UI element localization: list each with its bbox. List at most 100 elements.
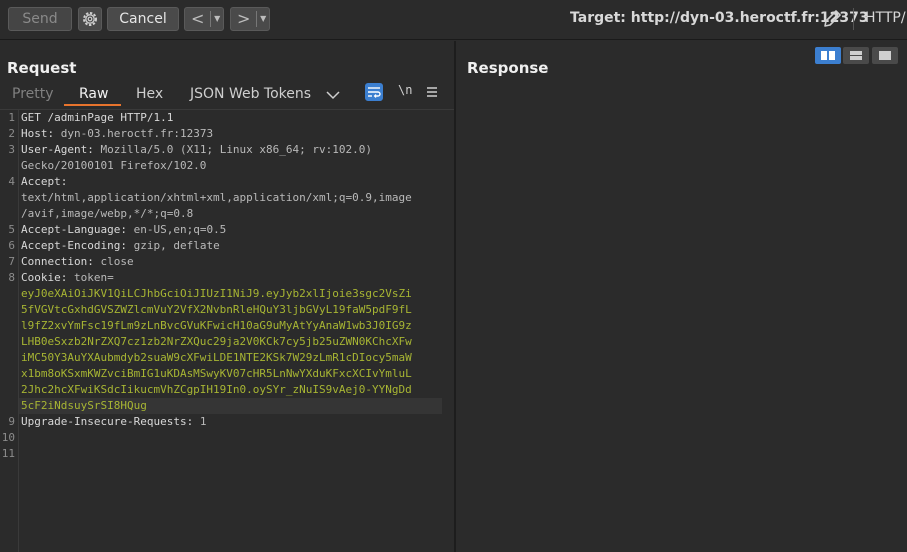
line-content: Upgrade-Insecure-Requests: 1: [21, 414, 206, 430]
header-separator: :: [47, 127, 61, 140]
code-line: 7 Connection: close: [0, 254, 454, 270]
send-button[interactable]: Send: [8, 7, 72, 31]
tab-pretty[interactable]: Pretty: [12, 86, 54, 102]
code-line: LHB0eSxzb2NrZXQ7cz1zb2NrZXQuc29ja2V0KCk7…: [0, 334, 454, 350]
chevron-down-icon: [326, 91, 340, 100]
header-name: Accept-Language: [21, 223, 121, 236]
toolbar: Send Cancel < ▼ > ▼ Target: http://dyn-0…: [0, 0, 907, 40]
code-line: x1bm8oKSxmKWZvciBmIG1uKDAsMSwyKV07cHR5Ln…: [0, 366, 454, 382]
cookie-token-segment: iMC50Y3AuYXAubmdyb2suaW9cXFwiLDE1NTE2KSk…: [21, 351, 412, 364]
wrap-lines-icon: [368, 87, 381, 98]
code-line: iMC50Y3AuYXAubmdyb2suaW9cXFwiLDE1NTE2KSk…: [0, 350, 454, 366]
forward-arrow-icon: >: [236, 9, 251, 28]
line-content: Accept-Encoding: gzip, deflate: [21, 238, 220, 254]
header-name: User-Agent: [21, 143, 88, 156]
header-value: dyn-03.heroctf.fr:12373: [60, 127, 214, 140]
line-number: 4: [8, 175, 15, 188]
header-name: GET /adminPage HTTP/1.1: [21, 111, 174, 124]
header-name: Host: [21, 127, 48, 140]
code-line: 4 Accept:: [0, 174, 454, 190]
header-value: close: [100, 255, 134, 268]
request-title: Request: [7, 59, 77, 77]
line-number: 9: [8, 415, 15, 428]
toolbar-divider: [853, 8, 854, 30]
back-button[interactable]: < ▼: [184, 7, 224, 31]
code-line: 5cF2iNdsuySrSI8HQug: [0, 398, 454, 414]
layout-side-by-side-button[interactable]: [815, 47, 841, 64]
back-dropdown-icon[interactable]: ▼: [211, 8, 223, 30]
line-content: GET /adminPage HTTP/1.1: [21, 110, 173, 126]
line-content: Accept-Language: en-US,en;q=0.5: [21, 222, 226, 238]
layout-stacked-button[interactable]: [843, 47, 869, 64]
header-name: Upgrade-Insecure-Requests: [21, 415, 187, 428]
header-value: Gecko/20100101 Firefox/102.0: [21, 159, 207, 172]
show-newlines-button[interactable]: \n: [398, 83, 412, 97]
line-number: 2: [8, 127, 15, 140]
line-number: 7: [8, 255, 15, 268]
code-line: 2Jhc2hcXFwiKSdcIikucmVhZCgpIH19In0.oySYr…: [0, 382, 454, 398]
line-content: Host: dyn-03.heroctf.fr:12373: [21, 126, 213, 142]
header-separator: :: [120, 239, 134, 252]
code-line: 11: [0, 446, 454, 462]
header-value: Mozilla/5.0 (X11; Linux x86_64; rv:102.0…: [100, 143, 373, 156]
header-name: Accept-Encoding: [21, 239, 121, 252]
line-content: User-Agent: Mozilla/5.0 (X11; Linux x86_…: [21, 142, 372, 158]
more-tabs-button[interactable]: [325, 87, 341, 101]
header-separator: :: [120, 223, 134, 236]
cookie-token-segment: LHB0eSxzb2NrZXQ7cz1zb2NrZXQuc29ja2V0KCk7…: [21, 335, 412, 348]
line-number: 5: [8, 223, 15, 236]
tab-raw[interactable]: Raw: [79, 86, 108, 102]
code-line: l9fZ2xvYmFsc19fLm9zLnBvcGVuKFwicH10aG9uM…: [0, 318, 454, 334]
code-line: 2 Host: dyn-03.heroctf.fr:12373: [0, 126, 454, 142]
http-version-selector[interactable]: HTTP/1: [865, 10, 907, 26]
line-content: Accept:: [21, 174, 67, 190]
gear-icon: [83, 12, 97, 26]
wrap-lines-button[interactable]: [365, 83, 383, 101]
line-number: 6: [8, 239, 15, 252]
edit-target-button[interactable]: [821, 8, 843, 30]
code-line: 10: [0, 430, 454, 446]
header-value: gzip, deflate: [133, 239, 220, 252]
settings-button[interactable]: [78, 7, 102, 31]
header-value: token=: [74, 271, 114, 284]
header-name: Accept: [21, 175, 61, 188]
header-separator: :: [60, 271, 74, 284]
request-tabs: Pretty Raw Hex JSON Web Tokens: [0, 83, 454, 106]
layout-stacked-icon: [850, 51, 862, 60]
cookie-token-segment: 5cF2iNdsuySrSI8HQug: [21, 399, 147, 412]
tab-json-web-tokens[interactable]: JSON Web Tokens: [190, 86, 311, 102]
line-content: text/html,application/xhtml+xml,applicat…: [21, 190, 412, 206]
forward-button[interactable]: > ▼: [230, 7, 270, 31]
tab-hex[interactable]: Hex: [136, 86, 163, 102]
line-number: 8: [8, 271, 15, 284]
menu-icon: [427, 87, 437, 97]
response-panel: Response: [456, 41, 907, 552]
pencil-icon: [824, 10, 841, 27]
response-title: Response: [467, 59, 549, 77]
code-line: 1 GET /adminPage HTTP/1.1: [0, 110, 454, 126]
active-tab-indicator: [64, 104, 121, 106]
layout-tabbed-icon: [879, 51, 891, 60]
cookie-token-segment: 2Jhc2hcXFwiKSdcIikucmVhZCgpIH19In0.oySYr…: [21, 383, 412, 396]
code-line: 6 Accept-Encoding: gzip, deflate: [0, 238, 454, 254]
header-name: Connection: [21, 255, 88, 268]
back-arrow-icon: <: [190, 9, 205, 28]
code-line: 3 User-Agent: Mozilla/5.0 (X11; Linux x86…: [0, 142, 454, 158]
header-value: 1: [199, 415, 207, 428]
request-editor[interactable]: 1 GET /adminPage HTTP/1.1 2 Host: dyn-03.he…: [0, 109, 454, 552]
code-line: 9 Upgrade-Insecure-Requests: 1: [0, 414, 454, 430]
line-content: /avif,image/webp,*/*;q=0.8: [21, 206, 193, 222]
editor-menu-button[interactable]: [425, 84, 439, 98]
cancel-button[interactable]: Cancel: [107, 7, 179, 31]
header-separator: :: [87, 255, 101, 268]
code-line: /avif,image/webp,*/*;q=0.8: [0, 206, 454, 222]
line-number: 10: [1, 431, 15, 444]
cookie-token-segment: eyJ0eXAiOiJKV1QiLCJhbGciOiJIUzI1NiJ9.eyJ…: [21, 287, 412, 300]
layout-tabbed-button[interactable]: [872, 47, 898, 64]
header-name: Cookie: [21, 271, 61, 284]
layout-side-by-side-icon: [821, 51, 835, 60]
header-separator: :: [87, 143, 101, 156]
request-panel: Request Pretty Raw Hex JSON Web Tokens \…: [0, 41, 454, 552]
code-line: text/html,application/xhtml+xml,applicat…: [0, 190, 454, 206]
forward-dropdown-icon[interactable]: ▼: [257, 8, 269, 30]
